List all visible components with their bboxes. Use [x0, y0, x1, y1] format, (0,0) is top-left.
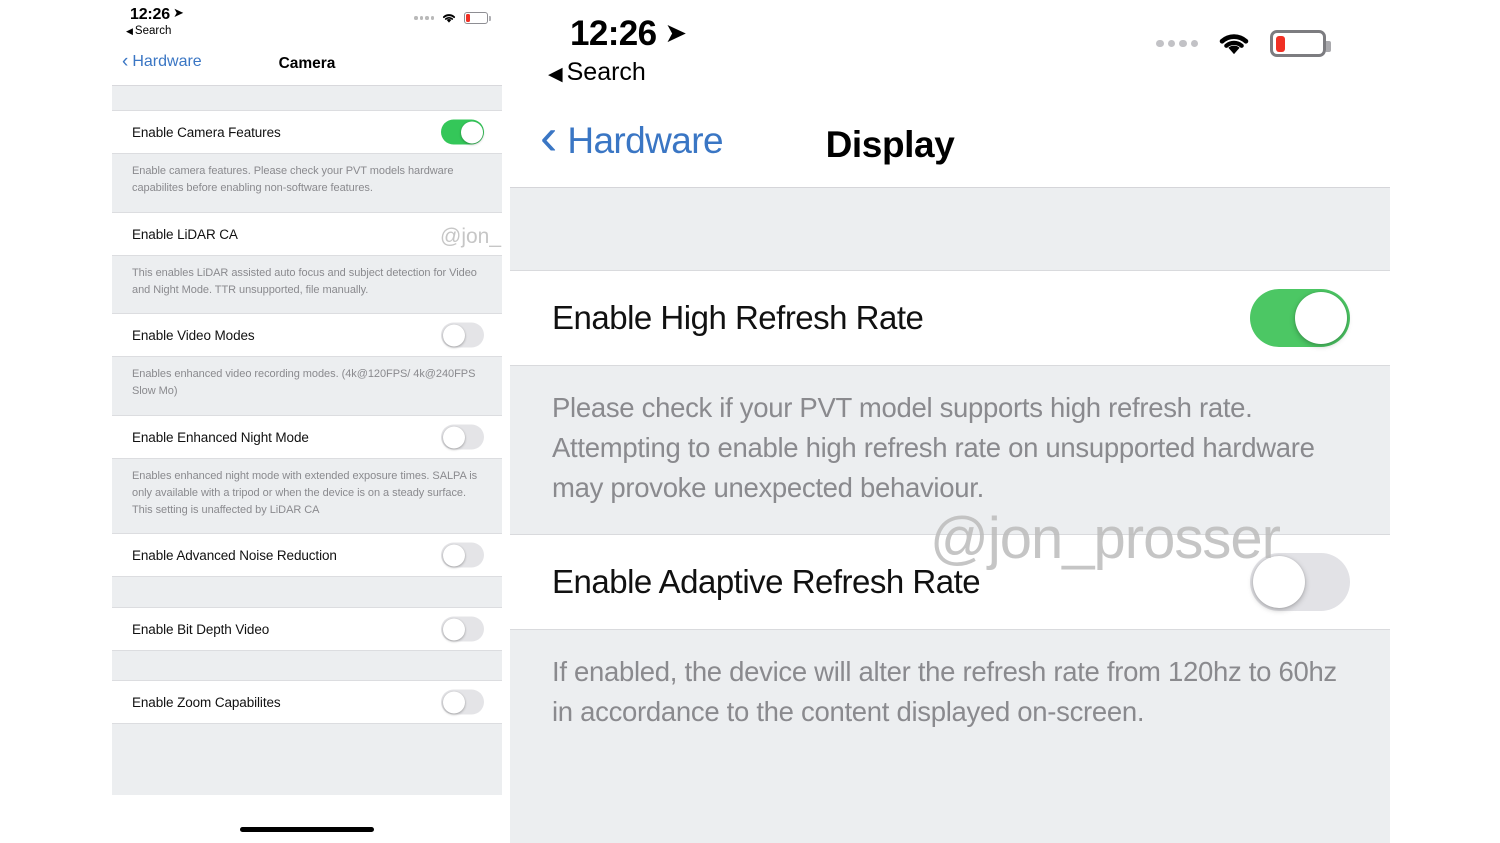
location-arrow-icon: ➤ [172, 5, 184, 20]
screenshot-stage: 12:26 ➤ ◀ Search ‹ Hardware Camera Enabl… [0, 0, 1500, 843]
setting-row-enable-high-refresh-rate[interactable]: Enable High Refresh Rate [510, 270, 1390, 366]
cellular-dots-icon [1156, 39, 1198, 48]
setting-row-enable-advanced-noise-reduction[interactable]: Enable Advanced Noise Reduction [112, 533, 502, 577]
battery-low-icon [464, 12, 491, 24]
list-top-spacer [112, 86, 502, 110]
setting-row-enable-adaptive-refresh-rate[interactable]: Enable Adaptive Refresh Rate [510, 534, 1390, 630]
setting-label: Enable High Refresh Rate [552, 299, 924, 336]
wifi-icon [1219, 34, 1249, 55]
setting-label: Enable Camera Features [132, 124, 281, 140]
back-to-search-label: Search [566, 58, 646, 86]
toggle-enable-enhanced-night-mode[interactable] [441, 424, 484, 450]
triangle-left-icon: ◀ [126, 26, 133, 36]
back-to-search-button[interactable]: ◀ Search [126, 25, 171, 37]
setting-footer: Enables enhanced night mode with extende… [112, 459, 502, 533]
setting-row-enable-enhanced-night-mode[interactable]: Enable Enhanced Night Mode [112, 415, 502, 459]
toggle-knob [442, 544, 465, 566]
toggle-knob [1295, 292, 1347, 344]
left-nav-bar: ‹ Hardware Camera [112, 48, 502, 86]
setting-footer: This enables LiDAR assisted auto focus a… [112, 256, 502, 313]
back-to-search-button[interactable]: ◀ Search [548, 58, 646, 87]
toggle-knob [442, 426, 465, 448]
left-status-bar: 12:26 ➤ ◀ Search [112, 0, 502, 48]
toggle-enable-bit-depth-video[interactable] [441, 616, 484, 642]
left-settings-list: Enable Camera Features Enable camera fea… [112, 86, 502, 843]
status-time: 12:26 [130, 6, 170, 23]
triangle-left-icon: ◀ [548, 64, 563, 85]
cellular-dots-icon [414, 16, 434, 20]
home-indicator[interactable] [240, 827, 374, 832]
section-spacer [112, 651, 502, 680]
toggle-knob [460, 121, 483, 143]
right-zoomed-panel: 12:26 ➤ ◀ Search ‹ Hardware Display Enab… [510, 0, 1390, 843]
back-to-search-label: Search [134, 25, 172, 37]
setting-footer: Enables enhanced video recording modes. … [112, 357, 502, 415]
toggle-knob [1253, 556, 1305, 608]
right-status-icons [1156, 30, 1331, 57]
setting-label: Enable Zoom Capabilites [132, 694, 281, 710]
setting-row-enable-zoom-capabilites[interactable]: Enable Zoom Capabilites [112, 680, 502, 724]
setting-label: Enable Enhanced Night Mode [132, 429, 309, 445]
setting-footer: Enable camera features. Please check you… [112, 154, 502, 212]
toggle-enable-zoom-capabilites[interactable] [441, 689, 484, 715]
status-time: 12:26 [570, 14, 657, 53]
setting-row-enable-lidar-ca[interactable]: Enable LiDAR CA [112, 212, 502, 256]
setting-row-enable-bit-depth-video[interactable]: Enable Bit Depth Video [112, 607, 502, 651]
left-status-icons [414, 12, 491, 24]
setting-label: Enable Bit Depth Video [132, 621, 270, 637]
setting-footer: If enabled, the device will alter the re… [510, 630, 1390, 780]
toggle-enable-adaptive-refresh-rate[interactable] [1250, 553, 1350, 611]
setting-row-enable-camera-features[interactable]: Enable Camera Features [112, 110, 502, 154]
battery-low-icon [1270, 30, 1331, 57]
left-phone-panel: 12:26 ➤ ◀ Search ‹ Hardware Camera Enabl… [112, 0, 502, 843]
toggle-enable-camera-features[interactable] [441, 119, 484, 145]
toggle-enable-video-modes[interactable] [441, 322, 484, 348]
page-title: Display [825, 124, 955, 165]
toggle-knob [442, 618, 465, 640]
setting-row-enable-video-modes[interactable]: Enable Video Modes [112, 313, 502, 357]
right-status-bar: 12:26 ➤ ◀ Search [510, 0, 1390, 108]
setting-footer: Please check if your PVT model supports … [510, 366, 1390, 534]
toggle-enable-advanced-noise-reduction[interactable] [441, 542, 484, 568]
setting-label: Enable Advanced Noise Reduction [132, 547, 337, 563]
toggle-knob [442, 691, 465, 713]
setting-label: Enable LiDAR CA [132, 226, 238, 242]
location-arrow-icon: ➤ [664, 18, 688, 48]
toggle-knob [442, 324, 465, 346]
page-title: Camera [278, 55, 336, 72]
right-settings-list: Enable High Refresh Rate Please check if… [510, 188, 1390, 843]
toggle-enable-high-refresh-rate[interactable] [1250, 289, 1350, 347]
right-nav-bar: ‹ Hardware Display [510, 108, 1390, 188]
setting-label: Enable Video Modes [132, 327, 255, 343]
list-bottom-spacer [510, 780, 1390, 843]
setting-label: Enable Adaptive Refresh Rate [552, 563, 981, 600]
wifi-icon [442, 14, 456, 23]
list-top-spacer [510, 188, 1390, 270]
home-indicator-area [112, 795, 502, 843]
section-spacer [112, 577, 502, 607]
